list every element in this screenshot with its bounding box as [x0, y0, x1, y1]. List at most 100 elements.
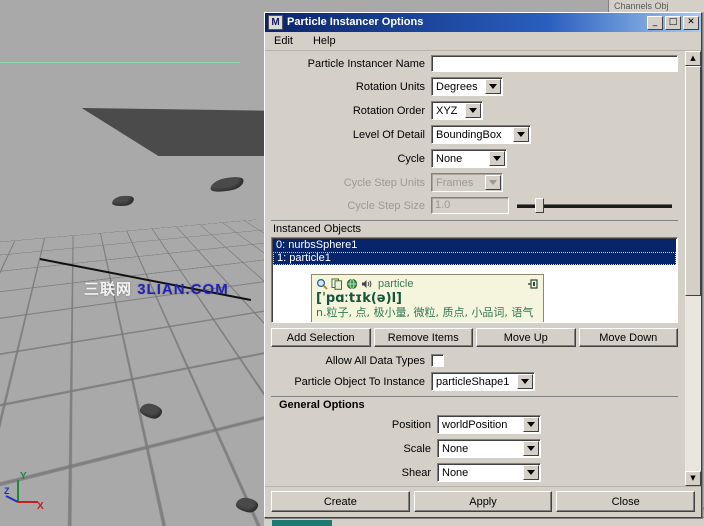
- background-panel-strip: Channels Obj: [608, 0, 704, 12]
- cycle-value: None: [436, 153, 489, 165]
- axis-gizmo: Y X Z: [4, 466, 52, 512]
- label-particle-object-to-instance: Particle Object To Instance: [265, 376, 431, 388]
- cycle-step-size-input: 1.0: [431, 197, 509, 214]
- dark-polygon-object: [0, 108, 280, 156]
- screen: Y X Z 三联网 3LIAN.COM Channels Obj M Parti…: [0, 0, 704, 526]
- list-actions-row: Add Selection Remove Items Move Up Move …: [271, 328, 678, 347]
- row-cycle-step-units: Cycle Step Units Frames: [265, 173, 684, 192]
- label-rotation-order: Rotation Order: [265, 105, 431, 117]
- slider-handle[interactable]: [535, 198, 544, 213]
- chevron-down-icon: [465, 103, 481, 118]
- shear-value: None: [442, 467, 523, 479]
- row-cycle-step-size: Cycle Step Size 1.0: [265, 197, 684, 214]
- particle-object-to-instance-dropdown[interactable]: particleShape1: [431, 372, 535, 391]
- watermark-cn-text: 三联网: [84, 281, 132, 298]
- dictionary-phonetic: [ˈpɑːtɪk(ə)l]: [316, 291, 539, 306]
- list-item[interactable]: 1: particle1: [273, 252, 676, 265]
- scale-dropdown[interactable]: None: [437, 439, 541, 458]
- label-position: Position: [271, 419, 437, 431]
- background-teal-bar: [272, 520, 332, 526]
- close-button[interactable]: Close: [556, 491, 695, 512]
- create-button[interactable]: Create: [271, 491, 410, 512]
- search-icon[interactable]: [316, 278, 328, 290]
- watermark: 三联网 3LIAN.COM: [84, 278, 229, 299]
- level-of-detail-dropdown[interactable]: BoundingBox: [431, 125, 531, 144]
- window-buttons: _ □ ✕: [647, 16, 699, 30]
- chevron-down-icon: [523, 417, 539, 432]
- menu-edit[interactable]: Edit: [271, 34, 296, 48]
- label-rotation-units: Rotation Units: [265, 81, 431, 93]
- axis-z-label: Z: [4, 486, 10, 496]
- allow-all-data-types-checkbox[interactable]: [431, 354, 444, 367]
- instanced-object-blob: [111, 195, 134, 208]
- instanced-object-blob: [209, 175, 245, 195]
- cycle-dropdown[interactable]: None: [431, 149, 507, 168]
- maximize-button[interactable]: □: [665, 16, 681, 30]
- dictionary-definition: n.粒子, 点, 极小量, 微粒, 质点, 小品词, 语气: [316, 306, 539, 320]
- scroll-up-icon[interactable]: ▲: [685, 51, 701, 66]
- scrollbar-track[interactable]: [685, 66, 701, 471]
- horizon-line: [0, 62, 240, 63]
- rotation-units-value: Degrees: [436, 81, 485, 93]
- speaker-icon[interactable]: [361, 278, 373, 290]
- position-dropdown[interactable]: worldPosition: [437, 415, 541, 434]
- dialog-menubar: Edit Help: [265, 32, 701, 51]
- cycle-step-size-slider: [517, 197, 672, 214]
- chevron-down-icon: [485, 79, 501, 94]
- general-options-title: General Options: [279, 399, 678, 411]
- label-shear: Shear: [271, 467, 437, 479]
- close-icon[interactable]: ✕: [683, 16, 699, 30]
- chevron-down-icon: [517, 374, 533, 389]
- scrollbar-thumb[interactable]: [685, 66, 701, 296]
- instanced-objects-list[interactable]: 0: nurbsSphere1 1: particle1 particle [ˈ…: [271, 237, 678, 323]
- particle-object-to-instance-value: particleShape1: [436, 376, 517, 388]
- row-position: Position worldPosition: [271, 415, 678, 434]
- dialog-scroll-content: Particle Instancer Name Rotation Units D…: [265, 51, 684, 486]
- label-level-of-detail: Level Of Detail: [265, 129, 431, 141]
- minimize-button[interactable]: _: [647, 16, 663, 30]
- row-rotation-units: Rotation Units Degrees: [265, 77, 684, 96]
- pin-icon[interactable]: [527, 278, 539, 290]
- general-options-section: General Options Position worldPosition S…: [271, 396, 678, 482]
- dialog-scrollbar[interactable]: ▲ ▼: [684, 51, 701, 486]
- shear-dropdown[interactable]: None: [437, 463, 541, 482]
- chevron-down-icon: [523, 441, 539, 456]
- rotation-order-dropdown[interactable]: XYZ: [431, 101, 483, 120]
- dialog-title: Particle Instancer Options: [287, 13, 647, 32]
- scale-value: None: [442, 443, 523, 455]
- chevron-down-icon: [485, 175, 501, 190]
- copy-icon[interactable]: [331, 278, 343, 290]
- chevron-down-icon: [513, 127, 529, 142]
- dialog-titlebar[interactable]: M Particle Instancer Options _ □ ✕: [265, 13, 701, 32]
- row-particle-object-to-instance: Particle Object To Instance particleShap…: [265, 372, 684, 391]
- label-cycle-step-size: Cycle Step Size: [265, 200, 431, 212]
- row-instancer-name: Particle Instancer Name: [265, 55, 684, 72]
- particle-instancer-options-dialog: M Particle Instancer Options _ □ ✕ Edit …: [264, 12, 702, 518]
- instancer-name-input[interactable]: [431, 55, 678, 72]
- row-shear: Shear None: [271, 463, 678, 482]
- label-allow-all-data-types: Allow All Data Types: [265, 355, 431, 367]
- menu-help[interactable]: Help: [310, 34, 339, 48]
- apply-button[interactable]: Apply: [414, 491, 553, 512]
- dialog-footer: Create Apply Close: [265, 486, 701, 517]
- move-down-button[interactable]: Move Down: [579, 328, 679, 347]
- chevron-down-icon: [489, 151, 505, 166]
- row-rotation-order: Rotation Order XYZ: [265, 101, 684, 120]
- axis-x-label: X: [37, 501, 44, 512]
- label-scale: Scale: [271, 443, 437, 455]
- row-scale: Scale None: [271, 439, 678, 458]
- remove-items-button[interactable]: Remove Items: [374, 328, 474, 347]
- cycle-step-units-value: Frames: [436, 177, 485, 189]
- globe-icon[interactable]: [346, 278, 358, 290]
- list-item[interactable]: 0: nurbsSphere1: [273, 239, 676, 252]
- instanced-objects-section: Instanced Objects 0: nurbsSphere1 1: par…: [271, 220, 678, 323]
- dictionary-word: particle: [378, 278, 413, 290]
- label-instancer-name: Particle Instancer Name: [265, 58, 431, 70]
- scroll-down-icon[interactable]: ▼: [685, 471, 701, 486]
- rotation-units-dropdown[interactable]: Degrees: [431, 77, 503, 96]
- add-selection-button[interactable]: Add Selection: [271, 328, 371, 347]
- move-up-button[interactable]: Move Up: [476, 328, 576, 347]
- chevron-down-icon: [523, 465, 539, 480]
- watermark-domain-text: 3LIAN.COM: [137, 281, 229, 298]
- dictionary-tooltip[interactable]: particle [ˈpɑːtɪk(ə)l] n.粒子, 点, 极小量, 微粒,…: [311, 274, 544, 323]
